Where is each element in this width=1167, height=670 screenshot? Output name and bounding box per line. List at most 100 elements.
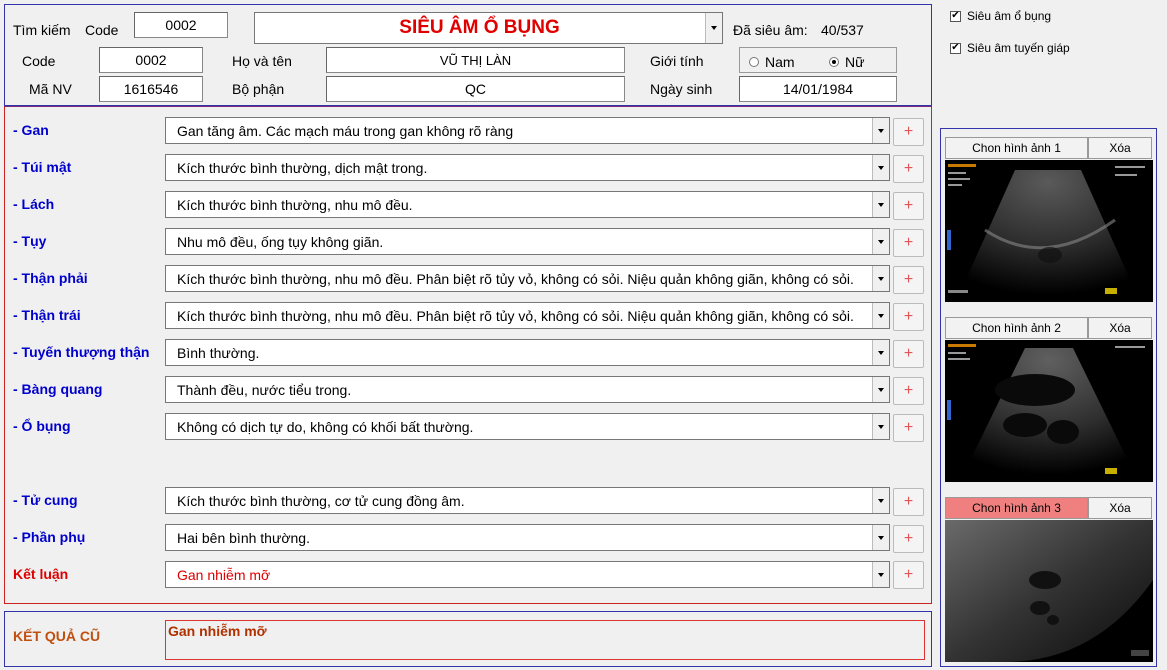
gender-male-option[interactable]: Nam [749, 54, 795, 70]
radio-female-icon[interactable] [829, 57, 839, 67]
chevron-down-icon[interactable] [705, 13, 722, 43]
finding-add-button[interactable]: + [893, 340, 924, 368]
finding-label: - Phần phụ [13, 529, 86, 545]
finding-label: - Bàng quang [13, 381, 103, 397]
finding-value: Kích thước bình thường, dịch mật trong. [177, 159, 428, 176]
finding-field[interactable]: Nhu mô đều, ống tụy không giãn. [165, 228, 890, 255]
old-result-box: Gan nhiễm mỡ [165, 620, 925, 660]
radio-male-icon[interactable] [749, 57, 759, 67]
choose-image-3-button[interactable]: Chon hình ảnh 3 [945, 497, 1088, 519]
chevron-down-icon[interactable] [872, 377, 889, 402]
exam-type-select[interactable]: SIÊU ÂM Ổ BỤNG [254, 12, 723, 44]
finding-value: Kích thước bình thường, cơ tử cung đồng … [177, 492, 465, 509]
finding-field[interactable]: Kích thước bình thường, nhu mô đều. Phân… [165, 265, 890, 292]
finding-add-button[interactable]: + [893, 488, 924, 516]
chevron-down-icon[interactable] [872, 525, 889, 550]
department-value: QC [465, 81, 486, 97]
option-thyroid[interactable]: ✔ Siêu âm tuyến giáp [950, 41, 1070, 55]
finding-add-button[interactable]: + [893, 303, 924, 331]
chevron-down-icon[interactable] [872, 229, 889, 254]
old-result-value: Gan nhiễm mỡ [168, 623, 267, 639]
option-abdomen-label: Siêu âm ổ bụng [967, 9, 1052, 23]
chevron-down-icon[interactable] [872, 192, 889, 217]
chevron-down-icon[interactable] [872, 266, 889, 291]
old-result-label: KẾT QUẢ CŨ [13, 628, 101, 644]
dob-field[interactable]: 14/01/1984 [739, 76, 897, 102]
finding-add-button[interactable]: + [893, 155, 924, 183]
patient-name-field[interactable]: VŨ THỊ LÀN [326, 47, 625, 73]
finding-label: - Tử cung [13, 492, 78, 508]
finding-label: - Ổ bụng [13, 418, 71, 434]
chevron-down-icon[interactable] [872, 414, 889, 439]
chevron-down-icon[interactable] [872, 118, 889, 143]
search-code-value: 0002 [165, 17, 197, 33]
checkbox-checked-icon[interactable]: ✔ [950, 10, 961, 22]
finding-value: Không có dịch tự do, không có khối bất t… [177, 418, 474, 435]
chevron-down-icon[interactable] [872, 340, 889, 365]
dob-label: Ngày sinh [650, 81, 713, 97]
option-thyroid-label: Siêu âm tuyến giáp [967, 41, 1070, 55]
gender-female-option[interactable]: Nữ [829, 54, 864, 70]
finding-label: - Lách [13, 196, 55, 212]
patient-code-label: Code [22, 53, 56, 69]
checkbox-checked-icon[interactable]: ✔ [950, 42, 961, 54]
finding-field[interactable]: Gan tăng âm. Các mạch máu trong gan khôn… [165, 117, 890, 144]
finding-add-button[interactable]: + [893, 414, 924, 442]
finding-value: Kích thước bình thường, nhu mô đều. [177, 196, 413, 213]
finding-field[interactable]: Kích thước bình thường, dịch mật trong. [165, 154, 890, 181]
chevron-down-icon[interactable] [872, 155, 889, 180]
department-field[interactable]: QC [326, 76, 625, 102]
staff-id-value: 1616546 [123, 81, 179, 97]
exam-type-selected: SIÊU ÂM Ổ BỤNG [399, 17, 560, 38]
exam-counter-label: Đã siêu âm: [733, 22, 808, 38]
ultrasound-image-1 [945, 160, 1153, 302]
patient-name-label: Họ và tên [232, 53, 292, 69]
finding-field[interactable]: Kích thước bình thường, cơ tử cung đồng … [165, 487, 890, 514]
gender-label: Giới tính [650, 53, 704, 69]
finding-field[interactable]: Không có dịch tự do, không có khối bất t… [165, 413, 890, 440]
patient-code-value: 0002 [135, 52, 167, 68]
delete-image-2-button[interactable]: Xóa [1088, 317, 1152, 339]
finding-value: Nhu mô đều, ống tụy không giãn. [177, 233, 384, 250]
finding-add-button[interactable]: + [893, 229, 924, 257]
chevron-down-icon[interactable] [872, 303, 889, 328]
conclusion-value: Gan nhiễm mỡ [177, 566, 271, 583]
option-abdomen[interactable]: ✔ Siêu âm ổ bụng [950, 9, 1051, 23]
finding-field[interactable]: Kích thước bình thường, nhu mô đều. Phân… [165, 302, 890, 329]
staff-id-field[interactable]: 1616546 [99, 76, 203, 102]
exam-counter-value: 40/537 [821, 22, 864, 38]
search-code-input[interactable]: 0002 [134, 12, 228, 38]
finding-value: Kích thước bình thường, nhu mô đều. Phân… [177, 307, 854, 324]
finding-label: - Tụy [13, 233, 47, 249]
chevron-down-icon[interactable] [872, 488, 889, 513]
delete-image-3-button[interactable]: Xóa [1088, 497, 1152, 519]
finding-field[interactable]: Bình thường. [165, 339, 890, 366]
gender-female-label: Nữ [845, 54, 865, 70]
choose-image-1-button[interactable]: Chon hình ảnh 1 [945, 137, 1088, 159]
finding-value: Kích thước bình thường, nhu mô đều. Phân… [177, 270, 854, 287]
finding-field[interactable]: Hai bên bình thường. [165, 524, 890, 551]
finding-field[interactable]: Thành đều, nước tiểu trong. [165, 376, 890, 403]
finding-add-button[interactable]: + [893, 377, 924, 405]
finding-label: - Gan [13, 122, 49, 138]
finding-field[interactable]: Kích thước bình thường, nhu mô đều. [165, 191, 890, 218]
choose-image-2-button[interactable]: Chon hình ảnh 2 [945, 317, 1088, 339]
search-code-label: Code [85, 22, 119, 38]
patient-name-value: VŨ THỊ LÀN [439, 52, 512, 68]
finding-label: - Tuyến thượng thận [13, 344, 150, 360]
conclusion-field[interactable]: Gan nhiễm mỡ [165, 561, 890, 588]
delete-image-1-button[interactable]: Xóa [1088, 137, 1152, 159]
finding-value: Gan tăng âm. Các mạch máu trong gan khôn… [177, 122, 514, 139]
finding-value: Bình thường. [177, 344, 260, 361]
conclusion-label: Kết luận [13, 566, 69, 582]
finding-add-button[interactable]: + [893, 525, 924, 553]
finding-add-button[interactable]: + [893, 266, 924, 294]
finding-label: - Túi mật [13, 159, 72, 175]
conclusion-add-button[interactable]: + [893, 561, 924, 589]
staff-id-label: Mã NV [29, 81, 72, 97]
gender-male-label: Nam [765, 54, 795, 70]
finding-add-button[interactable]: + [893, 192, 924, 220]
patient-code-field[interactable]: 0002 [99, 47, 203, 73]
chevron-down-icon[interactable] [872, 562, 889, 587]
finding-add-button[interactable]: + [893, 118, 924, 146]
